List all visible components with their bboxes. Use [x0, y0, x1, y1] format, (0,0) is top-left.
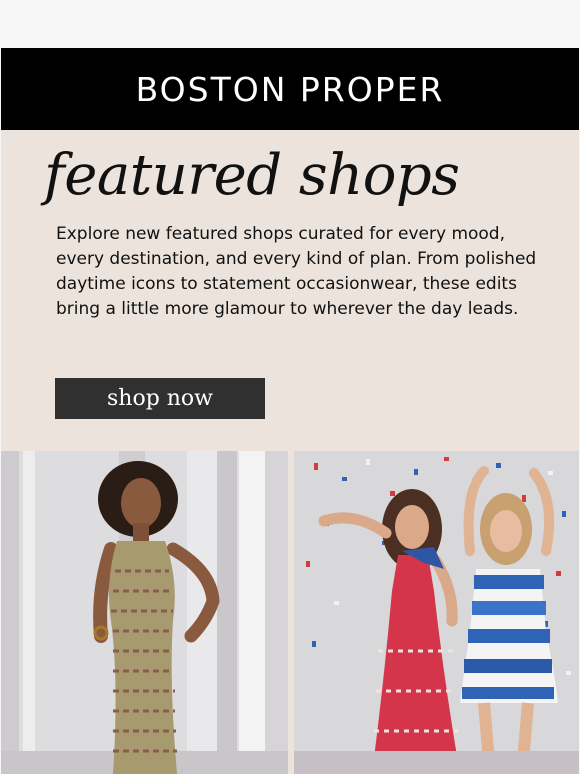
intro-text: Explore new featured shops curated for e…	[56, 224, 537, 319]
product-image-left[interactable]	[1, 451, 288, 774]
product-image-right[interactable]	[294, 451, 579, 774]
email-body: BOSTON PROPER featured shops Explore new…	[1, 48, 579, 774]
shop-now-button[interactable]: shop now	[55, 378, 265, 419]
page-title: featured shops	[44, 143, 460, 208]
model-illustration	[1, 451, 288, 774]
models-illustration	[294, 451, 579, 774]
brand-logo[interactable]: BOSTON PROPER	[1, 68, 579, 112]
brand-header[interactable]: BOSTON PROPER	[1, 48, 579, 130]
